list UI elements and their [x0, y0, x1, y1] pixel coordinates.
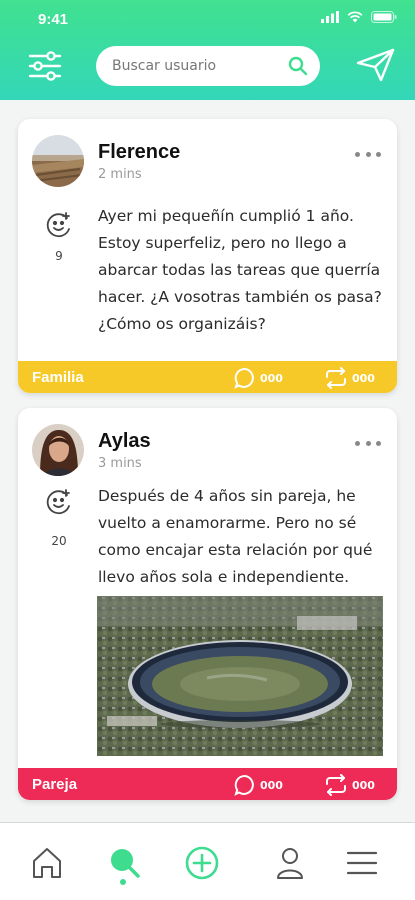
home-icon — [33, 848, 61, 878]
search-icon — [111, 849, 140, 878]
send-message-button[interactable] — [356, 47, 396, 83]
sliders-icon — [28, 51, 62, 81]
filter-button[interactable] — [27, 48, 63, 84]
add-circle-icon — [185, 846, 219, 880]
post-footer: Pareja 000 000 — [18, 768, 397, 800]
avatar[interactable] — [32, 135, 84, 187]
active-nav-indicator — [120, 879, 126, 885]
reaction-button[interactable]: 20 — [44, 488, 74, 548]
more-options-button[interactable] — [355, 149, 381, 159]
category-tag[interactable]: Pareja — [32, 776, 77, 793]
avatar-image — [32, 424, 84, 476]
dot-icon — [376, 151, 381, 157]
post-author[interactable]: Flerence — [98, 141, 180, 164]
bottom-navigation — [0, 822, 415, 900]
status-icons — [321, 11, 397, 23]
reaction-count: 20 — [51, 534, 67, 548]
status-bar: 9:41 — [0, 0, 415, 38]
comment-count: 000 — [260, 778, 283, 792]
emoji-reaction-icon — [46, 212, 70, 238]
hamburger-menu-icon — [346, 851, 378, 875]
share-button[interactable]: 000 — [324, 367, 375, 389]
reaction-count: 9 — [55, 249, 63, 263]
search-input[interactable] — [112, 58, 288, 74]
status-time: 9:41 — [38, 11, 69, 28]
search-bar — [96, 46, 320, 86]
share-count: 000 — [352, 371, 375, 385]
nav-search[interactable] — [104, 843, 144, 883]
post-text: Ayer mi pequeñín cumplió 1 año. Estoy su… — [98, 207, 382, 333]
dot-icon — [365, 440, 371, 446]
dot-icon — [355, 440, 360, 446]
comment-button[interactable]: 000 — [234, 367, 283, 389]
share-count: 000 — [352, 778, 375, 792]
user-icon — [277, 848, 303, 879]
post-time: 3 mins — [98, 456, 142, 471]
more-options-button[interactable] — [355, 438, 381, 448]
comment-icon — [234, 367, 254, 389]
category-tag[interactable]: Familia — [32, 369, 84, 386]
nav-menu[interactable] — [342, 843, 382, 883]
app-header: 9:41 — [0, 0, 415, 100]
avatar-image — [32, 135, 84, 187]
comment-count: 000 — [260, 371, 283, 385]
dot-icon — [355, 151, 360, 157]
reaction-button[interactable]: 9 — [44, 211, 74, 263]
repost-icon — [326, 367, 346, 389]
post-author[interactable]: Aylas — [98, 430, 151, 453]
wifi-icon — [347, 11, 363, 23]
post-image[interactable] — [97, 596, 383, 756]
nav-create-post[interactable] — [182, 843, 222, 883]
post-time: 2 mins — [98, 167, 142, 182]
dot-icon — [365, 151, 371, 157]
post-footer: Familia 000 000 — [18, 361, 397, 393]
nav-profile[interactable] — [270, 843, 310, 883]
paper-plane-icon — [356, 48, 395, 82]
repost-icon — [326, 774, 346, 796]
post-text: Después de 4 años sin pareja, he vuelto … — [98, 487, 373, 586]
comment-button[interactable]: 000 — [234, 774, 283, 796]
aerial-campus-photo — [97, 596, 383, 756]
nav-home[interactable] — [27, 843, 67, 883]
share-button[interactable]: 000 — [324, 774, 375, 796]
avatar[interactable] — [32, 424, 84, 476]
signal-icon — [321, 11, 339, 23]
post-card: Flerence 2 mins 9 Ayer mi pequeñín cumpl… — [18, 119, 397, 393]
search-icon[interactable] — [288, 56, 308, 76]
post-card: Aylas 3 mins 20 Después de 4 años sin pa… — [18, 408, 397, 800]
emoji-reaction-icon — [46, 489, 70, 515]
comment-icon — [234, 774, 254, 796]
dot-icon — [376, 440, 381, 446]
battery-icon — [371, 11, 397, 23]
